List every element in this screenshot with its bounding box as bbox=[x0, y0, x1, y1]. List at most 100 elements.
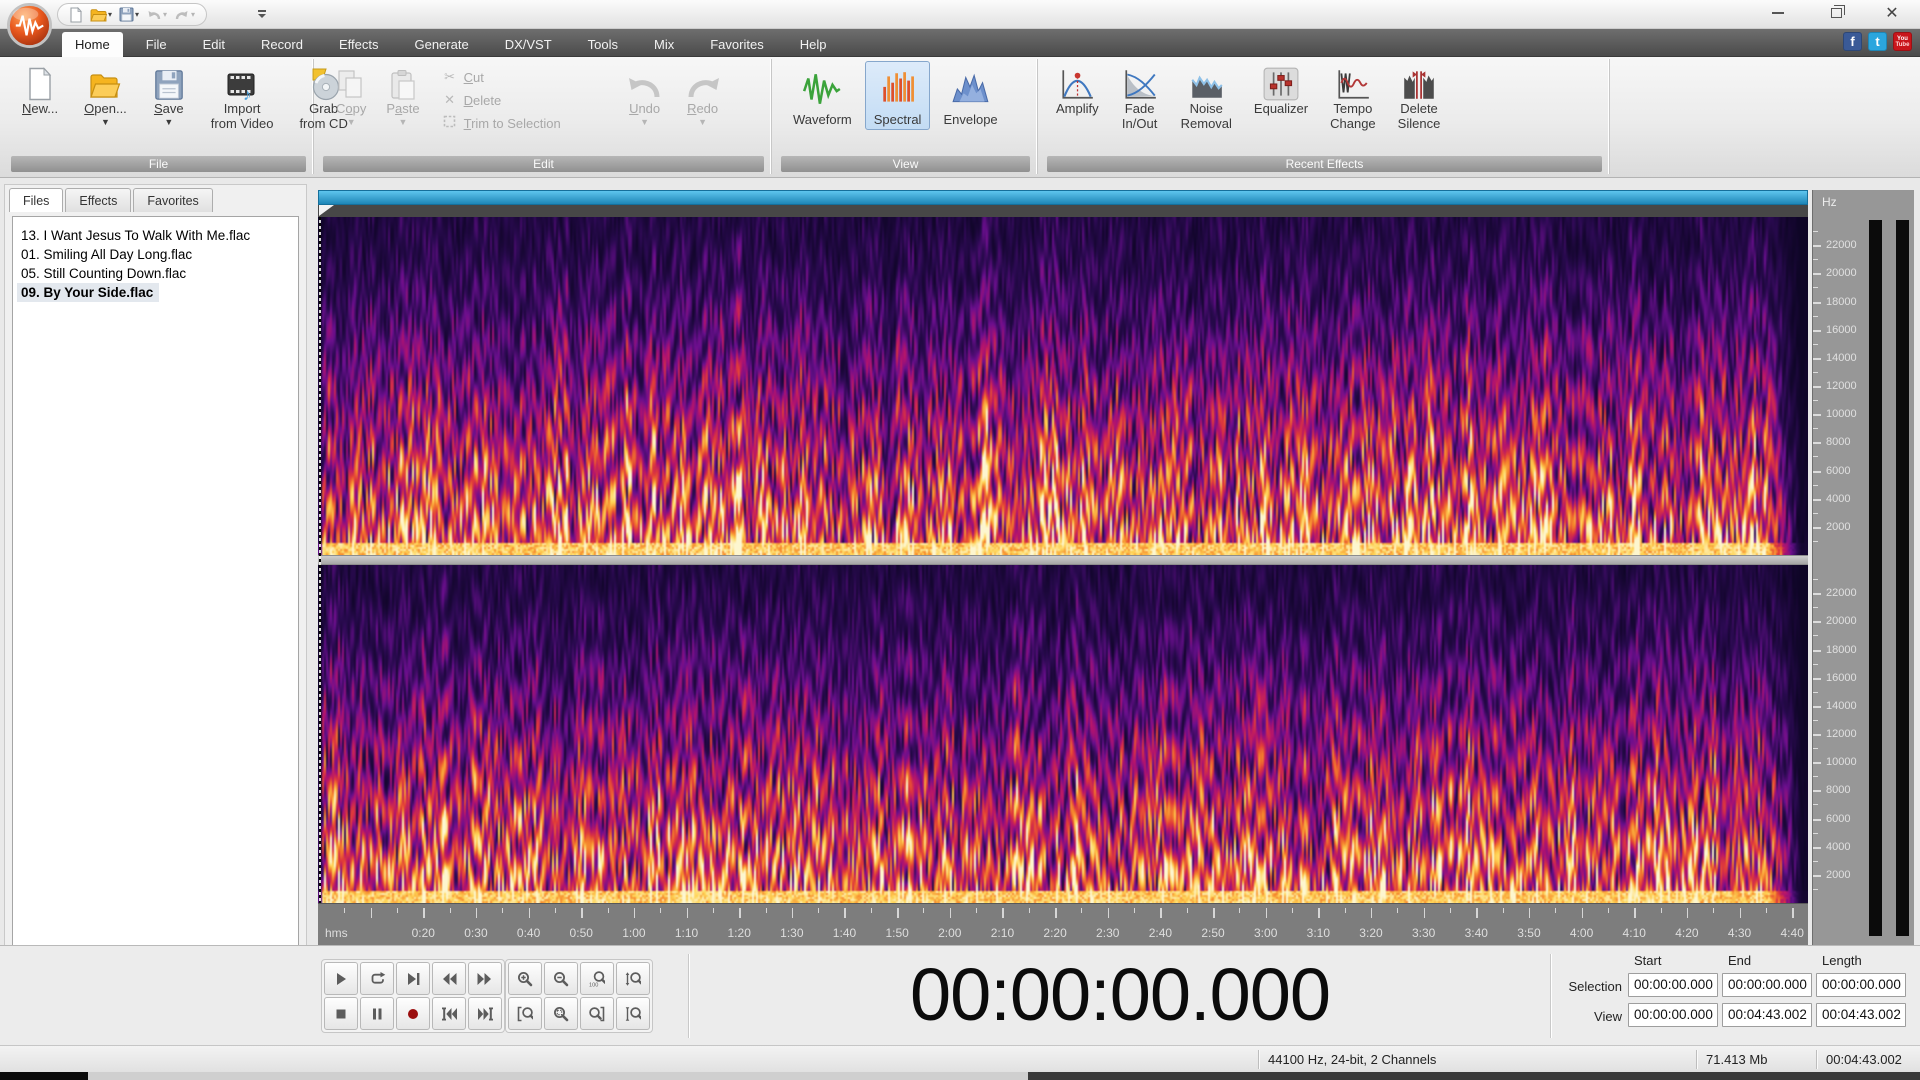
zoom-selection-button[interactable] bbox=[544, 997, 578, 1030]
redo-dropdown-icon[interactable]: ▼ bbox=[698, 117, 707, 127]
tab-help[interactable]: Help bbox=[787, 32, 840, 57]
frequency-tick bbox=[1813, 790, 1821, 793]
tab-dxvst[interactable]: DX/VST bbox=[492, 32, 565, 57]
view-end-field[interactable]: 00:04:43.002 bbox=[1722, 1003, 1812, 1027]
file-list-item[interactable]: 05. Still Counting Down.flac bbox=[17, 264, 294, 283]
tab-favorites[interactable]: Favorites bbox=[697, 32, 776, 57]
file-list[interactable]: 13. I Want Jesus To Walk With Me.flac 01… bbox=[12, 216, 299, 997]
selection-end-field[interactable]: 00:00:00.000 bbox=[1722, 973, 1812, 997]
amplify-button[interactable]: Amplify bbox=[1050, 61, 1105, 118]
tab-record[interactable]: Record bbox=[248, 32, 316, 57]
equalizer-button[interactable]: Equalizer bbox=[1248, 61, 1314, 118]
channel-divider[interactable] bbox=[318, 555, 1808, 565]
timeline-tick bbox=[870, 908, 872, 913]
frequency-tick bbox=[1813, 677, 1821, 680]
undo-button[interactable]: ▾ bbox=[144, 7, 169, 23]
loop-button[interactable] bbox=[360, 962, 394, 995]
go-to-start-button[interactable] bbox=[432, 997, 466, 1030]
timeline-tick bbox=[1081, 908, 1083, 913]
open-file-button[interactable]: Open... ▼ bbox=[78, 61, 133, 129]
zoom-out-button[interactable] bbox=[544, 962, 578, 995]
save-dropdown-icon[interactable]: ▼ bbox=[164, 117, 173, 127]
spectrogram-channel-2[interactable] bbox=[318, 565, 1808, 903]
paste-dropdown-icon[interactable]: ▼ bbox=[399, 117, 408, 127]
redo-dropdown-icon[interactable]: ▾ bbox=[191, 10, 195, 19]
time-ruler[interactable]: 0:20 0:30 0:40 0:50 1:00 1:10 1:20 1:30 1:40 1:50… bbox=[318, 903, 1808, 945]
tab-file[interactable]: File bbox=[133, 32, 180, 57]
app-logo[interactable] bbox=[6, 2, 53, 49]
open-dropdown-icon[interactable]: ▼ bbox=[101, 117, 110, 127]
tab-generate[interactable]: Generate bbox=[401, 32, 481, 57]
tab-edit[interactable]: Edit bbox=[190, 32, 238, 57]
tab-files[interactable]: Files bbox=[9, 188, 64, 212]
maximize-button[interactable] bbox=[1814, 0, 1858, 26]
spectral-view-button[interactable]: Spectral bbox=[864, 61, 931, 130]
open-button[interactable]: ▾ bbox=[88, 7, 114, 23]
minimize-button[interactable] bbox=[1756, 0, 1800, 26]
stop-button[interactable] bbox=[324, 997, 358, 1030]
file-list-item-selected[interactable]: 09. By Your Side.flac bbox=[17, 283, 160, 302]
frequency-tick-label: 6000 bbox=[1826, 812, 1851, 825]
undo-button-large[interactable]: Undo ▼ bbox=[620, 61, 670, 129]
fade-in-out-button[interactable]: Fade In/Out bbox=[1115, 61, 1165, 133]
open-dropdown-icon[interactable]: ▾ bbox=[108, 10, 112, 19]
redo-button-large[interactable]: Redo ▼ bbox=[678, 61, 728, 129]
selection-start-field[interactable]: 00:00:00.000 bbox=[1628, 973, 1718, 997]
zoom-vertical-in-button[interactable] bbox=[616, 962, 650, 995]
save-dropdown-icon[interactable]: ▾ bbox=[135, 10, 139, 19]
new-document-button[interactable] bbox=[67, 6, 85, 24]
timeline-tick bbox=[1528, 908, 1531, 918]
zoom-vertical-out-button[interactable] bbox=[616, 997, 650, 1030]
zoom-in-button[interactable] bbox=[508, 962, 542, 995]
spectrogram-channel-1[interactable] bbox=[318, 217, 1808, 555]
play-to-end-button[interactable] bbox=[396, 962, 430, 995]
import-from-video-button[interactable]: ♪ Import from Video bbox=[205, 61, 280, 133]
tab-panel-favorites[interactable]: Favorites bbox=[133, 188, 213, 212]
youtube-icon[interactable]: You Tube bbox=[1893, 32, 1912, 51]
file-list-item[interactable]: 13. I Want Jesus To Walk With Me.flac bbox=[17, 226, 294, 245]
undo-dropdown-icon[interactable]: ▾ bbox=[163, 10, 167, 19]
fast-forward-button[interactable] bbox=[468, 962, 502, 995]
zoom-selection-end-button[interactable] bbox=[580, 997, 614, 1030]
envelope-view-button[interactable]: Envelope bbox=[934, 61, 1006, 130]
wave-hscrollbar[interactable] bbox=[318, 190, 1808, 205]
tab-tools[interactable]: Tools bbox=[575, 32, 631, 57]
copy-dropdown-icon[interactable]: ▼ bbox=[347, 117, 356, 127]
marker-strip[interactable] bbox=[318, 205, 1808, 217]
view-length-field[interactable]: 00:04:43.002 bbox=[1816, 1003, 1906, 1027]
zoom-selection-start-button[interactable] bbox=[508, 997, 542, 1030]
delete-silence-button[interactable]: Delete Silence bbox=[1392, 61, 1447, 133]
customize-quick-access-button[interactable] bbox=[255, 6, 269, 22]
cut-button[interactable]: ✂ Cut bbox=[442, 69, 612, 85]
go-to-end-button[interactable] bbox=[468, 997, 502, 1030]
tempo-change-button[interactable]: Tempo Change bbox=[1324, 61, 1382, 133]
record-button[interactable] bbox=[396, 997, 430, 1030]
paste-button[interactable]: Paste ▼ bbox=[380, 61, 425, 129]
save-button[interactable]: ▾ bbox=[117, 6, 141, 23]
new-file-button[interactable]: New... bbox=[16, 61, 64, 118]
zoom-100-button[interactable]: 100 bbox=[580, 962, 614, 995]
tab-mix[interactable]: Mix bbox=[641, 32, 687, 57]
selection-length-field[interactable]: 00:00:00.000 bbox=[1816, 973, 1906, 997]
undo-icon bbox=[148, 10, 161, 19]
rewind-button[interactable] bbox=[432, 962, 466, 995]
waveform-view-button[interactable]: Waveform bbox=[784, 61, 861, 130]
delete-button[interactable]: ✕ Delete bbox=[442, 92, 612, 108]
save-file-button[interactable]: Save ▼ bbox=[147, 61, 191, 129]
noise-removal-button[interactable]: Noise Removal bbox=[1175, 61, 1238, 133]
tab-home[interactable]: Home bbox=[62, 32, 123, 57]
close-button[interactable]: ✕ bbox=[1870, 0, 1914, 26]
view-start-field[interactable]: 00:00:00.000 bbox=[1628, 1003, 1718, 1027]
redo-button[interactable]: ▾ bbox=[172, 7, 197, 23]
trim-to-selection-button[interactable]: Trim to Selection bbox=[442, 115, 612, 131]
undo-dropdown-icon[interactable]: ▼ bbox=[640, 117, 649, 127]
pause-button[interactable] bbox=[360, 997, 394, 1030]
tab-effects[interactable]: Effects bbox=[326, 32, 392, 57]
tab-panel-effects[interactable]: Effects bbox=[65, 188, 132, 212]
play-button[interactable] bbox=[324, 962, 358, 995]
twitter-icon[interactable]: t bbox=[1868, 32, 1887, 51]
facebook-icon[interactable]: f bbox=[1843, 32, 1862, 51]
frequency-tick bbox=[1813, 748, 1818, 750]
copy-button[interactable]: Copy ▼ bbox=[330, 61, 372, 129]
file-list-item[interactable]: 01. Smiling All Day Long.flac bbox=[17, 245, 294, 264]
